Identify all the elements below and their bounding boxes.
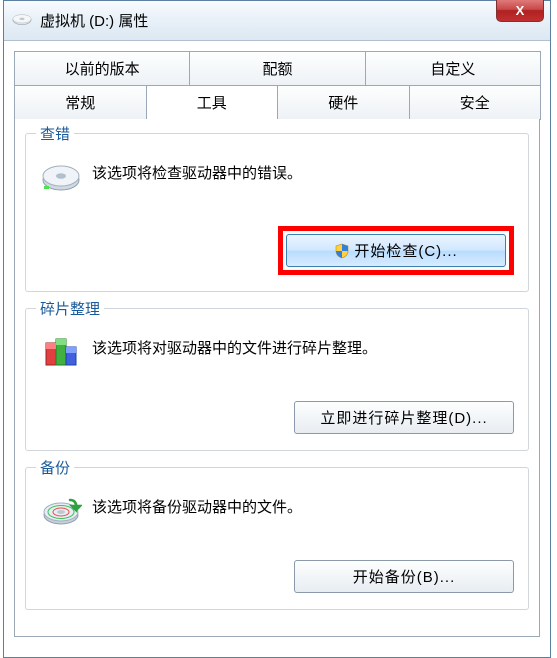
tabs: 以前的版本 配额 自定义 常规 工具 硬件 安全 查错 [14, 51, 540, 637]
group-title-defrag: 碎片整理 [36, 298, 104, 319]
backup-description: 该选项将备份驱动器中的文件。 [92, 490, 302, 520]
tab-previous-versions[interactable]: 以前的版本 [14, 51, 190, 86]
drive-icon [12, 13, 32, 29]
group-title-backup: 备份 [36, 457, 74, 478]
tab-general[interactable]: 常规 [14, 85, 147, 120]
tab-row-back: 以前的版本 配额 自定义 [14, 51, 540, 86]
tab-security[interactable]: 安全 [409, 85, 542, 120]
defrag-description: 该选项将对驱动器中的文件进行碎片整理。 [92, 331, 377, 361]
group-defrag: 碎片整理 该选项将对驱动器中的文件进行 [25, 308, 529, 451]
check-description: 该选项将检查驱动器中的错误。 [92, 156, 302, 186]
tab-customize[interactable]: 自定义 [365, 51, 541, 86]
tab-tools[interactable]: 工具 [146, 85, 279, 120]
defrag-now-label: 立即进行碎片整理(D)... [320, 407, 487, 428]
start-check-button[interactable]: 开始检查(C)... [286, 234, 506, 267]
group-error-check: 查错 该选项将检查驱动器中的错误。 [25, 133, 529, 292]
group-title-check: 查错 [36, 123, 74, 144]
backup-icon [40, 490, 82, 532]
close-button[interactable]: X [496, 0, 544, 22]
defrag-icon [40, 331, 82, 373]
tab-quota[interactable]: 配额 [189, 51, 365, 86]
close-icon: X [516, 3, 525, 18]
defrag-now-button[interactable]: 立即进行碎片整理(D)... [294, 401, 514, 434]
disk-check-icon [40, 156, 82, 198]
group-backup: 备份 [25, 467, 529, 610]
start-backup-button[interactable]: 开始备份(B)... [294, 560, 514, 593]
window-title: 虚拟机 (D:) 属性 [40, 10, 542, 31]
start-backup-label: 开始备份(B)... [353, 566, 456, 587]
content-area: 以前的版本 配额 自定义 常规 工具 硬件 安全 查错 [4, 41, 550, 657]
start-check-label: 开始检查(C)... [354, 240, 457, 261]
tab-panel-tools: 查错 该选项将检查驱动器中的错误。 [14, 119, 540, 637]
properties-dialog: 虚拟机 (D:) 属性 X 以前的版本 配额 自定义 常规 工具 硬件 安全 [3, 0, 551, 658]
titlebar: 虚拟机 (D:) 属性 X [4, 1, 550, 41]
shield-icon [334, 243, 350, 259]
tab-row-front: 常规 工具 硬件 安全 [14, 85, 540, 120]
tab-hardware[interactable]: 硬件 [277, 85, 410, 120]
highlight-frame: 开始检查(C)... [278, 226, 514, 275]
